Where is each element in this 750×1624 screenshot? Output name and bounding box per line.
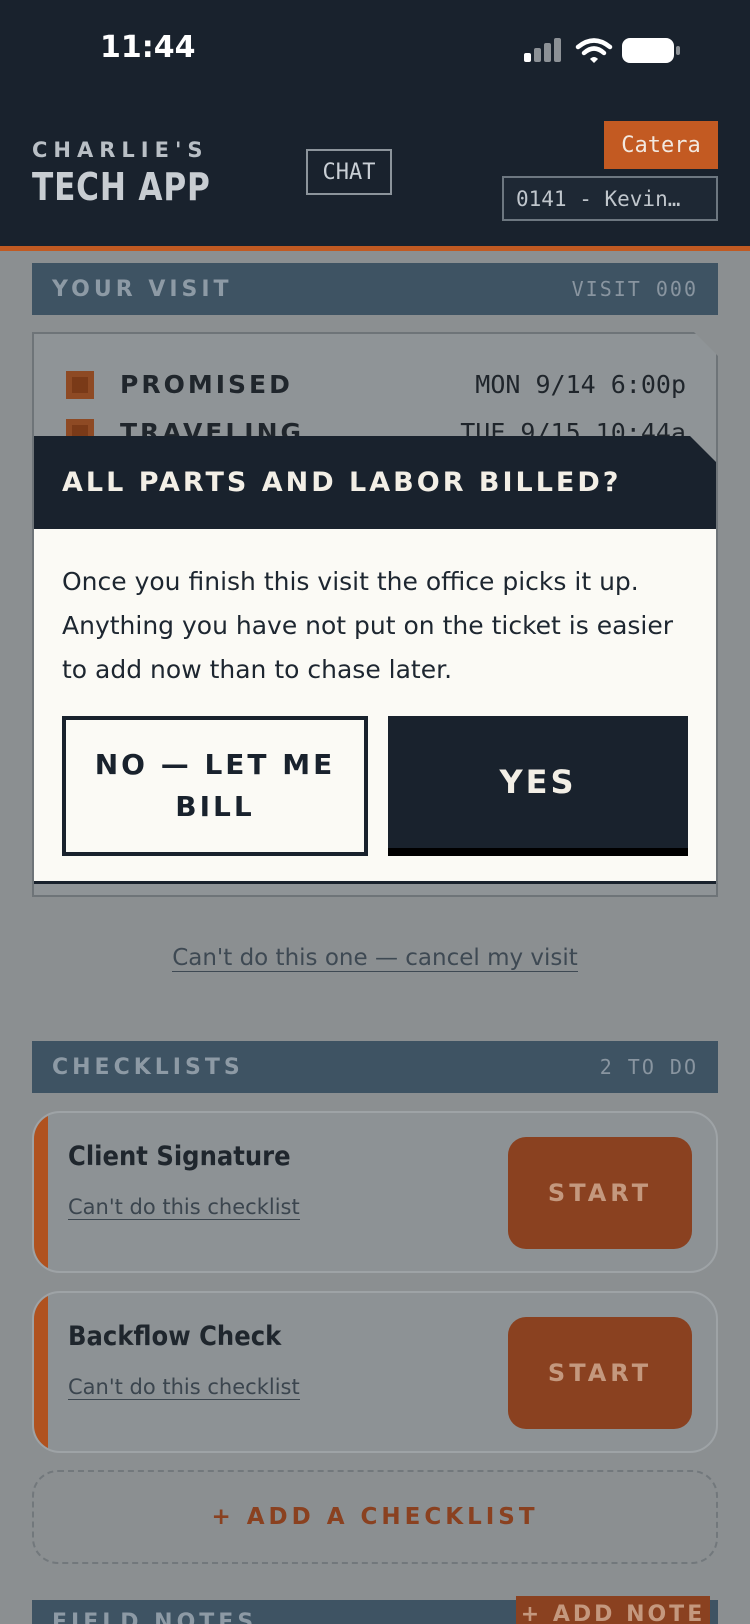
brand-top: CHARLIE'S: [32, 138, 209, 162]
chat-button[interactable]: CHAT: [306, 149, 392, 195]
timeline-marker-icon: [66, 370, 94, 399]
timeline-date: MON 9/14 6:00p: [475, 370, 686, 399]
checklist-card: Client Signature Can't do this checklist…: [32, 1111, 718, 1273]
checklists-count: 2 TO DO: [599, 1055, 698, 1079]
status-time: 11:44: [100, 30, 196, 65]
add-note-button[interactable]: + ADD NOTE: [516, 1596, 710, 1624]
dialog-header: ALL PARTS AND LABOR BILLED?: [34, 436, 716, 529]
header-accent-line: [0, 246, 750, 251]
visit-section-title: YOUR VISIT: [52, 276, 233, 302]
app-header: 11:44 CHARLIE'S TECH APP CHAT Catera 014…: [0, 0, 750, 246]
checklist-card: Backflow Check Can't do this checklist S…: [32, 1291, 718, 1453]
dialog-title: ALL PARTS AND LABOR BILLED?: [62, 467, 622, 498]
dialog-message: Once you finish this visit the office pi…: [62, 567, 674, 684]
signal-icon: [524, 38, 561, 62]
status-icons: [524, 38, 680, 63]
card-accent: [34, 1293, 48, 1451]
add-checklist-button[interactable]: + ADD A CHECKLIST: [32, 1470, 718, 1564]
visit-number: VISIT 000: [571, 277, 698, 301]
card-accent: [34, 1113, 48, 1271]
field-notes-title: FIELD NOTES: [52, 1610, 258, 1624]
checklists-title: CHECKLISTS: [52, 1054, 244, 1080]
timeline-row: PROMISED MON 9/14 6:00p: [66, 370, 686, 399]
account-selector[interactable]: 0141 - Kevin…: [502, 176, 718, 221]
cant-do-checklist-link[interactable]: Can't do this checklist: [68, 1375, 300, 1400]
no-let-me-bill-button[interactable]: NO — LET ME BILL: [62, 716, 368, 856]
brand-title: TECH APP: [32, 165, 211, 209]
timeline-label: PROMISED: [120, 370, 293, 399]
battery-icon: [622, 38, 680, 63]
cant-do-checklist-link[interactable]: Can't do this checklist: [68, 1195, 300, 1220]
checklist-name: Client Signature: [68, 1141, 291, 1172]
wifi-icon: [575, 38, 613, 63]
checklist-name: Backflow Check: [68, 1321, 282, 1352]
confirm-billed-dialog: ALL PARTS AND LABOR BILLED? Once you fin…: [34, 436, 716, 884]
start-checklist-button[interactable]: START: [508, 1317, 692, 1429]
start-checklist-button[interactable]: START: [508, 1137, 692, 1249]
checklists-section-header: CHECKLISTS 2 TO DO: [32, 1041, 718, 1093]
yes-button[interactable]: YES: [388, 716, 688, 856]
visit-section-header: YOUR VISIT VISIT 000: [32, 263, 718, 315]
client-badge[interactable]: Catera: [604, 121, 718, 169]
cancel-visit-container: Can't do this one — cancel my visit: [0, 945, 750, 972]
cancel-visit-link[interactable]: Can't do this one — cancel my visit: [172, 945, 578, 972]
